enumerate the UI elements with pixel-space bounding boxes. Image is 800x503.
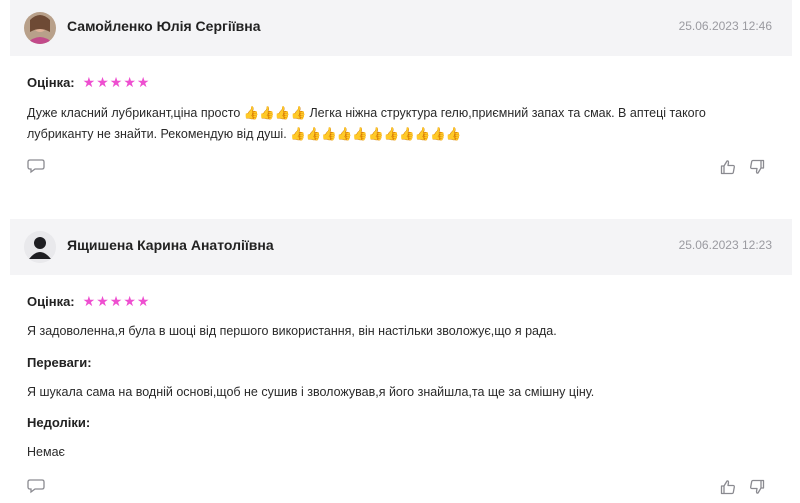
rating-row: Оцінка: ★ ★ ★ ★ ★ bbox=[27, 293, 149, 310]
dislike-icon[interactable] bbox=[749, 159, 765, 175]
star-icon: ★ bbox=[82, 74, 96, 90]
like-icon[interactable] bbox=[720, 159, 736, 175]
review-author: Самойленко Юлія Сергіївна bbox=[67, 18, 261, 34]
review-date: 25.06.2023 12:23 bbox=[678, 238, 772, 252]
review-header: Самойленко Юлія Сергіївна 25.06.2023 12:… bbox=[10, 0, 792, 56]
rating-label: Оцінка: bbox=[27, 294, 75, 309]
star-icon: ★ bbox=[109, 74, 123, 90]
review-date: 25.06.2023 12:46 bbox=[678, 19, 772, 33]
star-icon: ★ bbox=[123, 74, 136, 90]
star-icon: ★ bbox=[82, 293, 96, 309]
cons-label: Недоліки: bbox=[27, 415, 91, 430]
comment-icon[interactable] bbox=[27, 158, 45, 174]
review-text: Я задоволенна,я була в шоці від першого … bbox=[27, 324, 557, 338]
avatar bbox=[24, 12, 56, 44]
rating-stars: ★ ★ ★ ★ ★ bbox=[83, 293, 150, 310]
rating-label: Оцінка: bbox=[27, 75, 75, 90]
rating-stars: ★ ★ ★ ★ ★ bbox=[83, 74, 150, 91]
cons-text: Немає bbox=[27, 445, 65, 459]
avatar bbox=[24, 231, 56, 263]
review-header: Ящишена Карина Анатоліївна 25.06.2023 12… bbox=[10, 219, 792, 275]
review-text: Дуже класний лубрикант,ціна просто 👍👍👍👍 … bbox=[27, 106, 706, 141]
rating-row: Оцінка: ★ ★ ★ ★ ★ bbox=[27, 74, 149, 91]
dislike-icon[interactable] bbox=[749, 479, 765, 495]
pros-label: Переваги: bbox=[27, 355, 92, 370]
star-icon: ★ bbox=[96, 293, 109, 309]
like-icon[interactable] bbox=[720, 479, 736, 495]
star-icon: ★ bbox=[136, 293, 150, 309]
pros-text: Я шукала сама на водній основі,щоб не су… bbox=[27, 385, 595, 399]
star-icon: ★ bbox=[123, 293, 136, 309]
review-author: Ящишена Карина Анатоліївна bbox=[67, 237, 274, 253]
star-icon: ★ bbox=[96, 74, 109, 90]
comment-icon[interactable] bbox=[27, 478, 45, 494]
star-icon: ★ bbox=[109, 293, 123, 309]
star-icon: ★ bbox=[136, 74, 150, 90]
